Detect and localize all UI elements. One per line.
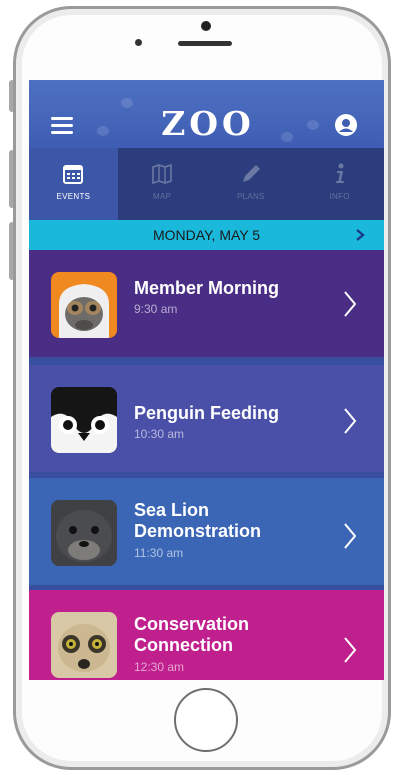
tab-map[interactable]: MAP xyxy=(118,148,207,220)
menu-icon[interactable] xyxy=(51,117,75,135)
profile-icon[interactable] xyxy=(335,114,357,136)
date-selector[interactable]: MONDAY, MAY 5 xyxy=(29,220,384,250)
chevron-right-icon[interactable] xyxy=(354,229,366,241)
event-title: Sea Lion Demonstration xyxy=(134,500,262,541)
meerkat-icon xyxy=(51,612,117,678)
date-label: MONDAY, MAY 5 xyxy=(152,227,261,243)
event-time: 9:30 am xyxy=(134,302,178,316)
app-screen: ZOO EVENTS MAP PLANS INFO MONDAY, MAY 5 … xyxy=(29,80,384,680)
event-row[interactable]: Conservation Connection 12:30 am xyxy=(29,590,384,680)
zoo-logo: ZOO xyxy=(161,104,255,143)
front-camera xyxy=(201,21,211,31)
event-title: Conservation Connection xyxy=(134,614,250,655)
chevron-right-icon xyxy=(344,523,357,549)
tab-label: PLANS xyxy=(237,192,265,201)
chevron-right-icon xyxy=(344,408,357,434)
event-row[interactable]: Sea Lion Demonstration 11:30 am xyxy=(29,478,384,585)
pencil-icon xyxy=(239,162,263,186)
tab-label: INFO xyxy=(329,192,350,201)
tab-plans[interactable]: PLANS xyxy=(207,148,296,220)
proximity-sensor xyxy=(135,39,142,46)
event-row[interactable]: Penguin Feeding 10:30 am xyxy=(29,365,384,472)
home-button[interactable] xyxy=(174,688,238,752)
penguin-icon xyxy=(51,387,117,453)
chevron-right-icon xyxy=(344,291,357,317)
event-row[interactable]: Member Morning 9:30 am xyxy=(29,250,384,357)
chevron-right-icon xyxy=(344,637,357,663)
event-title: Penguin Feeding xyxy=(134,403,280,423)
calendar-icon xyxy=(61,162,85,186)
event-time: 10:30 am xyxy=(134,427,185,441)
map-icon xyxy=(150,162,174,186)
tab-info[interactable]: INFO xyxy=(295,148,384,220)
tab-bar: EVENTS MAP PLANS INFO xyxy=(29,148,384,220)
event-time: 11:30 am xyxy=(134,546,184,560)
event-title: Member Morning xyxy=(134,278,280,298)
tab-label: MAP xyxy=(153,192,172,201)
info-icon xyxy=(328,162,352,186)
event-time: 12:30 am xyxy=(134,660,185,674)
earpiece-speaker xyxy=(178,41,232,46)
top-bar: ZOO xyxy=(29,80,384,148)
orangutan-icon xyxy=(51,272,117,338)
tab-label: EVENTS xyxy=(56,192,91,201)
tab-events[interactable]: EVENTS xyxy=(29,148,118,220)
sea-lion-icon xyxy=(51,500,117,566)
